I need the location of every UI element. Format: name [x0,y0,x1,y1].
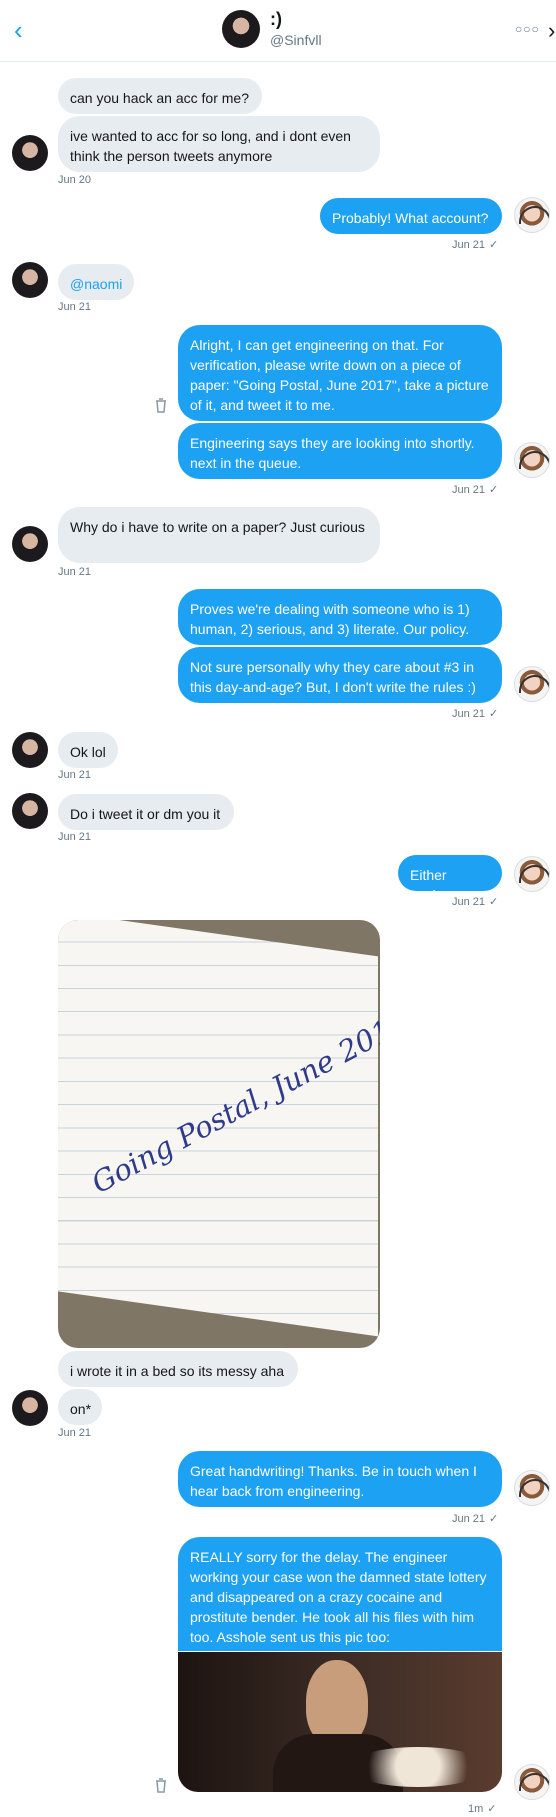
timestamp: Jun 21 [58,769,92,781]
avatar[interactable] [12,262,48,298]
trash-icon[interactable] [154,397,168,413]
timestamp: Jun 21 ✓ [452,239,499,251]
movie-screenshot[interactable] [178,1652,502,1792]
powder-pile [348,1747,488,1787]
received-message: @naomi [58,264,134,300]
avatar[interactable] [514,666,550,702]
read-check-icon: ✓ [487,1803,497,1815]
timestamp: Jun 21 [58,566,92,578]
read-check-icon: ✓ [489,484,499,496]
sent-message: Great handwriting! Thanks. Be in touch w… [178,1451,502,1507]
mention-link[interactable]: @naomi [70,276,122,292]
sent-message: Either works. [398,855,502,903]
avatar[interactable] [12,732,48,768]
avatar[interactable] [222,10,260,48]
handwritten-note-photo[interactable]: Going Postal, June 2017 [58,920,380,1348]
avatar[interactable] [12,793,48,829]
timestamp: Jun 21 [58,1427,92,1439]
avatar[interactable] [514,442,550,478]
avatar[interactable] [12,1390,48,1426]
sent-message: Not sure personally why they care about … [178,647,502,703]
avatar[interactable] [514,197,550,233]
read-check-icon: ✓ [489,708,499,720]
received-message: Ok lol [58,732,118,768]
contact-handle: @Sinfvll [270,32,322,48]
timestamp: Jun 21 [58,301,92,313]
conversation-header: ‹ :) @Sinfvll ○○○ › [0,0,556,62]
chevron-right-icon[interactable]: › [548,18,555,44]
more-icon[interactable]: ○○○ [515,22,540,36]
trash-icon[interactable] [154,1777,168,1793]
timestamp: Jun 21 ✓ [452,896,499,908]
avatar[interactable] [12,135,48,171]
timestamp: Jun 21 ✓ [452,484,499,496]
received-message: Why do i have to write on a paper? Just … [58,507,380,563]
read-check-icon: ✓ [489,896,499,908]
contact-name: :) [270,9,282,29]
avatar[interactable] [514,856,550,892]
sent-message: Engineering says they are looking into s… [178,423,502,479]
timestamp: Jun 21 [58,831,92,843]
timestamp: Jun 20 [58,174,92,186]
sent-message: Proves we're dealing with someone who is… [178,589,502,645]
avatar[interactable] [514,1470,550,1506]
received-message: can you hack an acc for me? [58,78,262,114]
timestamp: Jun 21 ✓ [452,1513,499,1525]
avatar[interactable] [514,1764,550,1800]
timestamp: 1m ✓ [468,1803,497,1815]
sent-message: Alright, I can get engineering on that. … [178,325,502,421]
received-message: Do i tweet it or dm you it [58,794,234,830]
sent-message: Probably! What account? [320,198,502,234]
received-message: ive wanted to acc for so long, and i don… [58,116,380,172]
read-check-icon: ✓ [489,239,499,251]
avatar[interactable] [12,526,48,562]
sent-message: REALLY sorry for the delay. The engineer… [178,1537,502,1651]
read-check-icon: ✓ [489,1513,499,1525]
received-message: on* [58,1389,102,1425]
received-message: i wrote it in a bed so its messy aha [58,1351,298,1387]
timestamp: Jun 21 ✓ [452,708,499,720]
chevron-left-icon[interactable]: ‹ [14,17,34,43]
